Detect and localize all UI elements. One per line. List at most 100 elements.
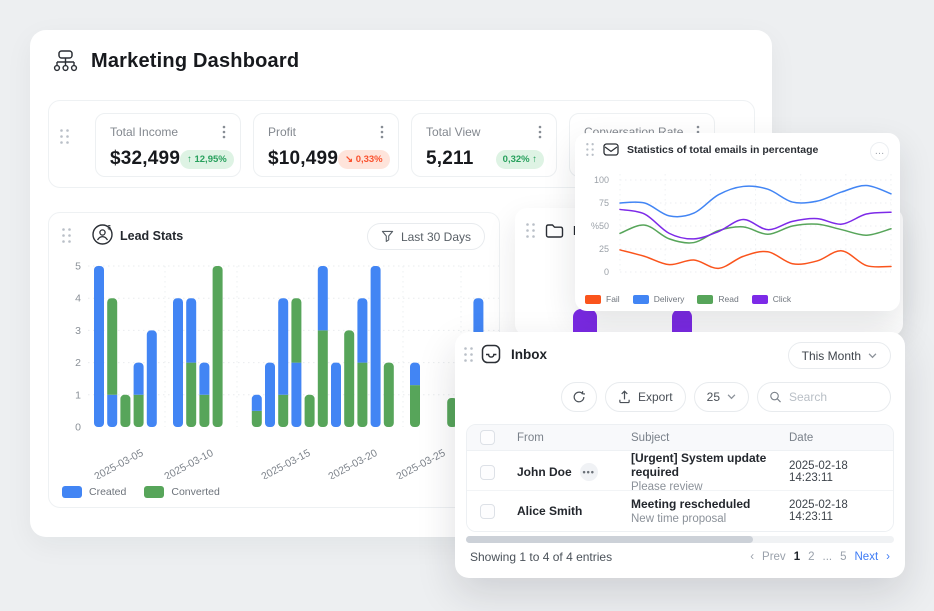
bar-segment [186, 363, 196, 427]
trend-badge: 0,32% ↑ [496, 150, 544, 169]
kebab-menu-icon[interactable] [220, 123, 228, 141]
stat-value: $10,499 [268, 148, 338, 170]
bar-segment [199, 395, 209, 427]
legend-item-click[interactable]: Click [752, 294, 791, 304]
legend-item-read[interactable]: Read [697, 294, 738, 304]
date-cell: 2025-02-18 14:23:11 [789, 460, 893, 484]
stat-card-total-view: Total View 5,211 0,32% ↑ [411, 113, 557, 177]
svg-text:%: % [591, 221, 599, 231]
bar-segment [107, 298, 117, 395]
svg-text:2025-03-10: 2025-03-10 [162, 447, 215, 479]
trend-badge: ↑ 12,95% [180, 150, 234, 169]
svg-text:100: 100 [594, 175, 609, 185]
svg-text:2025-03-05: 2025-03-05 [92, 447, 145, 479]
email-stats-title: Statistics of total emails in percentage [627, 144, 818, 156]
table-row[interactable]: John Doe•••[Urgent] System update requir… [467, 451, 893, 491]
search-box[interactable] [757, 382, 891, 412]
page-size-selector[interactable]: 25 [694, 382, 749, 412]
horizontal-scrollbar-thumb[interactable] [466, 536, 753, 543]
svg-text:2025-03-25: 2025-03-25 [394, 447, 447, 479]
bar-segment [147, 330, 157, 427]
bar-segment [173, 298, 183, 427]
lead-user-icon: $ [91, 223, 114, 246]
period-selector-value: This Month [802, 349, 861, 363]
trend-badge: ↘ 0,33% [338, 150, 390, 169]
svg-text:2: 2 [75, 357, 81, 369]
pagination-item-next[interactable]: Next [855, 551, 879, 563]
bar-segment [213, 266, 223, 427]
bar-segment [186, 298, 196, 362]
email-stats-header: Statistics of total emails in percentage [585, 142, 818, 157]
period-selector-button[interactable]: This Month [788, 342, 891, 369]
more-menu-icon[interactable]: … [870, 142, 889, 161]
filter-range-button[interactable]: Last 30 Days [367, 223, 485, 250]
bar-segment [410, 363, 420, 386]
row-more-button[interactable]: ••• [580, 463, 598, 481]
export-button[interactable]: Export [605, 382, 686, 412]
legend-label: Delivery [654, 294, 685, 304]
pagination-item-1[interactable]: 1 [794, 551, 800, 563]
email-stats-card: Statistics of total emails in percentage… [575, 133, 900, 311]
stat-value: 5,211 [426, 148, 474, 170]
sender-name: Alice Smith [517, 504, 582, 518]
svg-text:2025-03-15: 2025-03-15 [259, 447, 312, 479]
svg-text:0: 0 [604, 267, 609, 277]
refresh-button[interactable] [561, 382, 597, 412]
pagination-item-2[interactable]: 2 [808, 551, 814, 563]
lead-stats-card: $ Lead Stats Last 30 Days 0123452025-03-… [48, 212, 500, 508]
drag-handle-icon[interactable] [463, 346, 474, 363]
search-icon [769, 390, 782, 404]
legend-item-created[interactable]: Created [62, 486, 126, 498]
legend-item-delivery[interactable]: Delivery [633, 294, 685, 304]
column-header-date: Date [789, 432, 893, 444]
select-all-checkbox[interactable] [480, 430, 495, 445]
drag-handle-icon[interactable] [61, 227, 72, 244]
column-header-subject: Subject [631, 432, 789, 444]
legend-label: Read [718, 294, 738, 304]
pagination-item-[interactable]: › [886, 551, 890, 563]
bar-segment [318, 266, 328, 330]
row-checkbox[interactable] [480, 504, 495, 519]
subject-preview: New time proposal [631, 513, 789, 525]
bar-segment [384, 363, 394, 427]
stat-label: Profit [268, 125, 296, 139]
pagination-item-prev[interactable]: Prev [762, 551, 786, 563]
drag-handle-icon[interactable] [585, 142, 595, 157]
bar-segment [357, 363, 367, 427]
legend-swatch [633, 295, 649, 304]
bar-segment [278, 395, 288, 427]
drag-handle-icon[interactable] [525, 222, 536, 239]
legend-label: Created [89, 486, 126, 498]
panel-header: Marketing Dashboard [52, 48, 299, 75]
pagination-item-[interactable]: ... [823, 551, 833, 563]
svg-text:1: 1 [75, 389, 81, 401]
from-cell: John Doe••• [517, 463, 631, 481]
entries-summary: Showing 1 to 4 of 4 entries [470, 550, 612, 564]
folder-icon [545, 223, 564, 239]
drag-handle-icon[interactable] [59, 128, 70, 145]
inbox-footer: Showing 1 to 4 of 4 entries ‹ Prev 12... 5N… [470, 550, 890, 564]
funnel-icon [381, 230, 394, 243]
kebab-menu-icon[interactable] [378, 123, 386, 141]
page: Marketing Dashboard Total Income $32,499… [0, 0, 934, 611]
pagination: ‹ Prev 12... 5 Next › [750, 551, 890, 563]
bar-segment [265, 363, 275, 427]
legend-label: Click [773, 294, 791, 304]
legend-item-fail[interactable]: Fail [585, 294, 620, 304]
kebab-menu-icon[interactable] [536, 123, 544, 141]
legend-swatch [585, 295, 601, 304]
legend-item-converted[interactable]: Converted [144, 486, 219, 498]
table-row[interactable]: Alice Smith Meeting rescheduledNew time p… [467, 491, 893, 531]
search-input[interactable] [789, 390, 879, 404]
subject-cell: Meeting rescheduledNew time proposal [631, 497, 789, 525]
row-checkbox[interactable] [480, 465, 495, 480]
legend-label: Fail [606, 294, 620, 304]
legend-swatch [697, 295, 713, 304]
lead-stats-title: Lead Stats [120, 229, 183, 243]
pagination-item-[interactable]: ‹ [750, 551, 754, 563]
horizontal-scrollbar [466, 536, 894, 543]
inbox-header: Inbox [463, 344, 547, 364]
pagination-item-5[interactable]: 5 [840, 551, 846, 563]
export-label: Export [638, 390, 673, 404]
inbox-table: From Subject Date John Doe•••[Urgent] Sy… [466, 424, 894, 532]
